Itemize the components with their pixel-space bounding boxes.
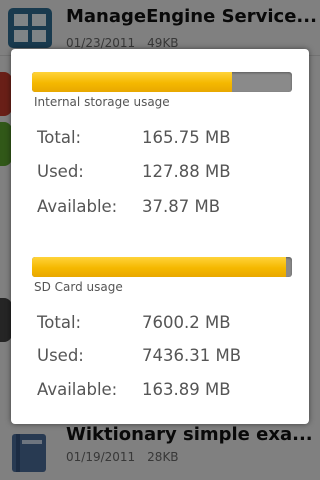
sdcard-used-row: Used: 7436.31 MB (37, 346, 287, 370)
sdcard-total-row: Total: 7600.2 MB (37, 313, 287, 337)
sdcard-used-value: 7436.31 MB (142, 346, 242, 365)
internal-total-value: 165.75 MB (142, 128, 231, 147)
internal-used-value: 127.88 MB (142, 162, 231, 181)
internal-available-key: Available: (37, 197, 118, 216)
internal-storage-bar-fill (32, 72, 233, 92)
sdcard-storage-label: SD Card usage (34, 280, 123, 294)
internal-available-value: 37.87 MB (142, 197, 221, 216)
sdcard-available-key: Available: (37, 380, 118, 399)
internal-used-key: Used: (37, 162, 84, 181)
sdcard-storage-bar-fill (32, 257, 287, 277)
internal-total-key: Total: (37, 128, 82, 147)
internal-available-row: Available: 37.87 MB (37, 197, 287, 221)
sdcard-available-row: Available: 163.89 MB (37, 380, 287, 404)
sdcard-storage-bar (32, 257, 292, 277)
sdcard-total-key: Total: (37, 313, 82, 332)
internal-total-row: Total: 165.75 MB (37, 128, 287, 152)
internal-storage-bar (32, 72, 292, 92)
storage-usage-dialog: Internal storage usage Total: 165.75 MB … (11, 49, 309, 424)
internal-storage-label: Internal storage usage (34, 95, 170, 109)
internal-used-row: Used: 127.88 MB (37, 162, 287, 186)
sdcard-total-value: 7600.2 MB (142, 313, 231, 332)
sdcard-available-value: 163.89 MB (142, 380, 231, 399)
sdcard-used-key: Used: (37, 346, 84, 365)
